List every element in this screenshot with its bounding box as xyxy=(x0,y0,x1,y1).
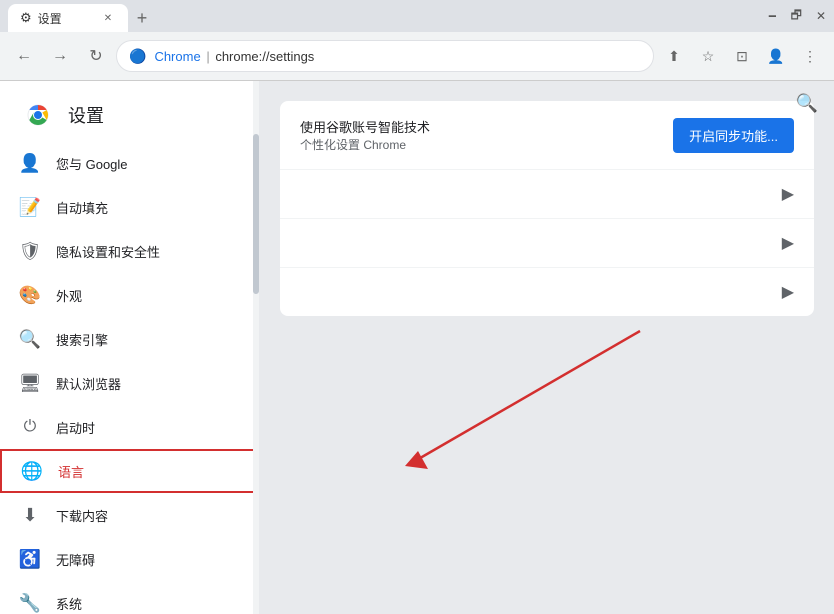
sync-title: 使用谷歌账号智能技术 xyxy=(300,117,673,136)
content-row-2[interactable]: ▶ xyxy=(280,218,814,267)
accessibility-icon: ♿ xyxy=(20,549,40,570)
sidebar-title: 设置 xyxy=(68,102,104,128)
address-bar: ← → ↻ 🔵 Chrome | chrome://settings ⬆ ☆ ⊡… xyxy=(0,32,834,80)
sidebar-label-system: 系统 xyxy=(56,594,82,613)
content-search-icon[interactable]: 🔍 xyxy=(796,93,818,114)
sidebar-scroll-track xyxy=(253,81,259,614)
chevron-right-icon-2: ▶ xyxy=(782,233,794,253)
sidebar-label-accessibility: 无障碍 xyxy=(56,550,95,569)
split-view-button[interactable]: ⊡ xyxy=(726,40,758,72)
sidebar-label-google: 您与 Google xyxy=(56,154,128,173)
main-layout: 设置 👤 您与 Google 📝 自动填充 🛡 隐私设置和安全性 🎨 外观 🔍 … xyxy=(0,81,834,614)
sidebar-label-download: 下载内容 xyxy=(56,506,108,525)
content-row-1[interactable]: ▶ xyxy=(280,169,814,218)
sidebar: 设置 👤 您与 Google 📝 自动填充 🛡 隐私设置和安全性 🎨 外观 🔍 … xyxy=(0,81,260,614)
chrome-logo-icon xyxy=(20,97,56,133)
url-separator: | xyxy=(206,49,213,64)
settings-tab[interactable]: ⚙ 设置 ✕ xyxy=(8,4,128,32)
window-chrome: ⚙ 设置 ✕ + 🗕 🗗 ✕ ← → ↻ 🔵 Chrome | chrome:/… xyxy=(0,0,834,81)
chevron-right-icon-3: ▶ xyxy=(782,282,794,302)
sidebar-scrollbar[interactable] xyxy=(253,134,259,294)
sidebar-item-google[interactable]: 👤 您与 Google xyxy=(0,141,259,185)
sidebar-item-autofill[interactable]: 📝 自动填充 xyxy=(0,185,259,229)
person-icon: 👤 xyxy=(20,153,40,174)
chevron-down-icon[interactable]: 🗕 xyxy=(768,6,777,27)
settings-tab-label: 设置 xyxy=(38,10,62,27)
url-path: chrome://settings xyxy=(215,49,314,64)
sidebar-item-startup[interactable]: ⏻ 启动时 xyxy=(0,405,259,449)
profile-button[interactable]: 👤 xyxy=(760,40,792,72)
sidebar-header: 设置 xyxy=(0,81,259,141)
tab-strip: ⚙ 设置 ✕ + xyxy=(8,0,156,32)
appearance-icon: 🎨 xyxy=(20,285,40,306)
download-icon: ⬇ xyxy=(20,505,40,526)
sidebar-label-search: 搜索引擎 xyxy=(56,330,108,349)
sidebar-label-autofill: 自动填充 xyxy=(56,198,108,217)
chevron-right-icon-1: ▶ xyxy=(782,184,794,204)
bookmark-button[interactable]: ☆ xyxy=(692,40,724,72)
sync-button[interactable]: 开启同步功能... xyxy=(673,118,794,153)
sync-subtitle: 个性化设置 Chrome xyxy=(300,136,673,153)
sidebar-item-language[interactable]: 🌐 语言 xyxy=(0,449,259,493)
shield-icon: 🛡 xyxy=(20,241,40,262)
share-button[interactable]: ⬆ xyxy=(658,40,690,72)
site-security-icon: 🔵 xyxy=(129,48,146,65)
back-button[interactable]: ← xyxy=(8,40,40,72)
tab-close-button[interactable]: ✕ xyxy=(100,10,116,26)
sidebar-item-accessibility[interactable]: ♿ 无障碍 xyxy=(0,537,259,581)
sidebar-item-privacy[interactable]: 🛡 隐私设置和安全性 xyxy=(0,229,259,273)
sidebar-item-appearance[interactable]: 🎨 外观 xyxy=(0,273,259,317)
sidebar-label-browser: 默认浏览器 xyxy=(56,374,121,393)
system-icon: 🔧 xyxy=(20,593,40,614)
sync-section: 使用谷歌账号智能技术 个性化设置 Chrome 开启同步功能... xyxy=(280,101,814,169)
sync-card: 使用谷歌账号智能技术 个性化设置 Chrome 开启同步功能... ▶ ▶ ▶ xyxy=(280,101,814,316)
sidebar-item-browser[interactable]: 🖥 默认浏览器 xyxy=(0,361,259,405)
url-bar[interactable]: 🔵 Chrome | chrome://settings xyxy=(116,40,654,72)
restore-icon[interactable]: 🗗 xyxy=(791,6,802,27)
content-area: 🔍 使用谷歌账号智能技术 个性化设置 Chrome 开启同步功能... ▶ ▶ xyxy=(260,81,834,614)
autofill-icon: 📝 xyxy=(20,197,40,218)
url-text: Chrome | chrome://settings xyxy=(154,49,641,64)
sidebar-label-language: 语言 xyxy=(58,462,84,481)
sidebar-item-search[interactable]: 🔍 搜索引擎 xyxy=(0,317,259,361)
sync-info: 使用谷歌账号智能技术 个性化设置 Chrome xyxy=(300,117,673,153)
forward-button[interactable]: → xyxy=(44,40,76,72)
browser-icon: 🖥 xyxy=(20,373,40,394)
title-bar: ⚙ 设置 ✕ + 🗕 🗗 ✕ xyxy=(0,0,834,32)
sidebar-label-startup: 启动时 xyxy=(56,418,95,437)
new-tab-button[interactable]: + xyxy=(128,4,156,32)
content-row-3[interactable]: ▶ xyxy=(280,267,814,316)
search-icon: 🔍 xyxy=(20,329,40,350)
menu-button[interactable]: ⋮ xyxy=(794,40,826,72)
sidebar-item-download[interactable]: ⬇ 下载内容 xyxy=(0,493,259,537)
sidebar-label-privacy: 隐私设置和安全性 xyxy=(56,242,160,261)
sidebar-item-system[interactable]: 🔧 系统 xyxy=(0,581,259,614)
sidebar-label-appearance: 外观 xyxy=(56,286,82,305)
language-icon: 🌐 xyxy=(22,461,42,482)
url-brand: Chrome xyxy=(154,49,200,64)
window-controls: 🗕 🗗 ✕ xyxy=(768,6,826,27)
close-icon[interactable]: ✕ xyxy=(816,9,826,23)
startup-icon: ⏻ xyxy=(20,418,40,436)
toolbar-right: ⬆ ☆ ⊡ 👤 ⋮ xyxy=(658,40,826,72)
refresh-button[interactable]: ↻ xyxy=(80,40,112,72)
settings-tab-icon: ⚙ xyxy=(20,10,32,26)
